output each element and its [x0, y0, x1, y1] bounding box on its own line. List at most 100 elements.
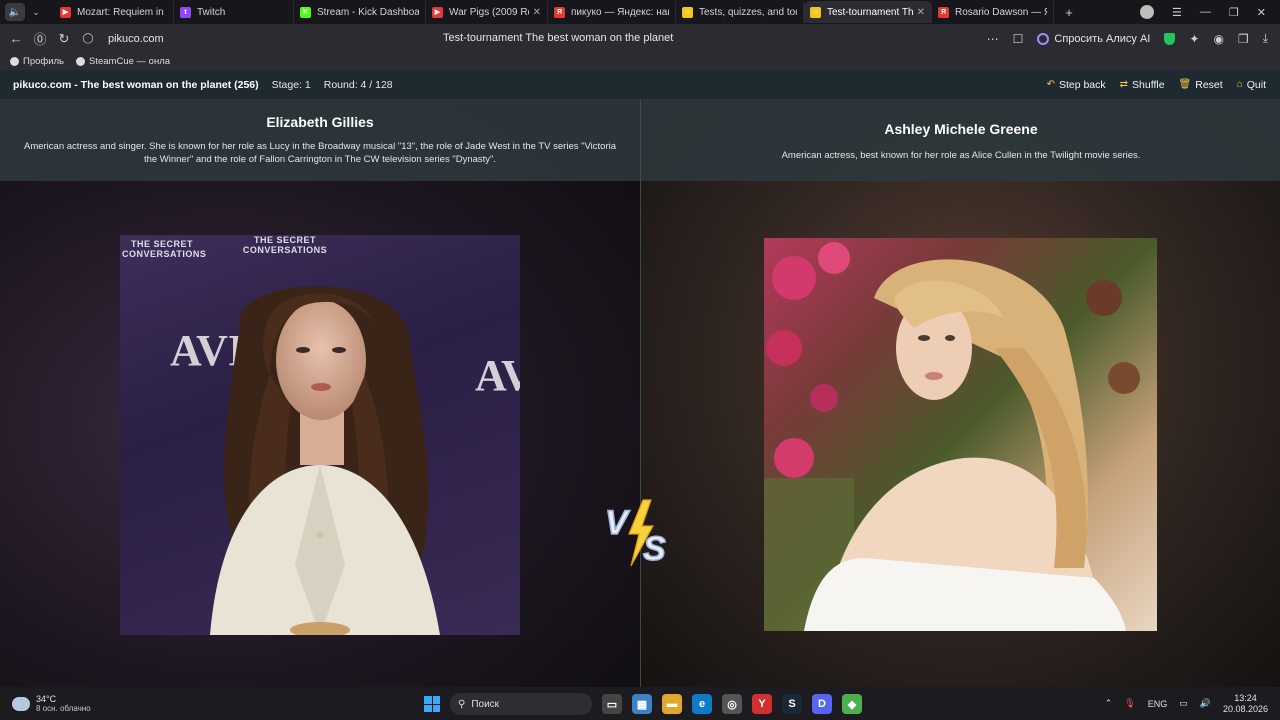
shuffle-icon: ⇄ — [1119, 79, 1129, 90]
portrait-illustration — [210, 286, 440, 635]
tab-favicon-icon: ▶ — [60, 6, 71, 18]
app-icon[interactable]: ◎ — [722, 694, 742, 714]
browser-tab[interactable]: ▶ War Pigs (2009 Rem ✕ — [426, 1, 548, 23]
url-field[interactable]: pikuco.com — [108, 33, 164, 45]
start-button[interactable] — [424, 696, 440, 712]
contestant-right-photo[interactable] — [764, 238, 1157, 631]
browser-tab[interactable]: Я Rosario Dawson — Янде — [932, 1, 1054, 23]
contestant-left-name: Elizabeth Gillies — [266, 114, 374, 130]
new-tab-button[interactable]: + — [1060, 3, 1078, 21]
reload-button[interactable]: ↻ — [52, 31, 76, 47]
clock-date: 20.08.2026 — [1222, 703, 1268, 714]
widgets-icon[interactable]: ▦ — [632, 694, 652, 714]
profile-avatar[interactable] — [1140, 5, 1155, 19]
tab-favicon-icon: ▶ — [432, 6, 443, 18]
yandex-browser-icon[interactable]: Y — [752, 694, 772, 714]
round-label: Round: 4 / 128 — [323, 78, 393, 91]
speaker-icon[interactable]: 🔈 — [5, 3, 25, 21]
bookmark-icon[interactable]: ☐ — [1013, 32, 1024, 46]
bookmark-label: SteamCue — онла — [89, 56, 171, 67]
tournament-title[interactable]: pikuco.com - The best woman on the plane… — [13, 79, 259, 91]
tab-title: Mozart: Requiem in D Mi — [77, 6, 167, 18]
browser-tab[interactable]: ☺ Test-tournament The b ✕ — [804, 1, 932, 23]
trash-icon: 🗑 — [1178, 79, 1192, 90]
bookmarks-bar: Профиль SteamCue — онла — [0, 53, 1280, 70]
tab-title: Tests, quizzes, and tourn — [699, 6, 797, 18]
close-window-button[interactable]: ✕ — [1257, 6, 1266, 19]
tab-title: пикуко — Яндекс: нашл — [571, 6, 669, 18]
media-icon[interactable]: ◉ — [1213, 32, 1223, 46]
steam-icon[interactable]: S — [782, 694, 802, 714]
step-back-label: Step back — [1058, 78, 1106, 91]
quit-label: Quit — [1246, 78, 1266, 91]
tab-list: ▶ Mozart: Requiem in D Mi t Twitch K Stream -… — [54, 0, 1054, 24]
steam-icon — [76, 57, 86, 66]
extensions-icon[interactable]: ✦ — [1189, 32, 1199, 46]
bookmark-steamcue[interactable]: SteamCue — онла — [76, 56, 170, 67]
search-icon: ⚲ — [458, 698, 466, 710]
match-arena: Elizabeth Gillies American actress and s… — [0, 99, 1280, 687]
portrait-illustration — [764, 242, 1140, 631]
back-button[interactable]: ← — [4, 31, 28, 46]
contestant-right: Ashley Michele Greene American actress, … — [641, 99, 1280, 687]
system-tray: ⌃ 🎙 ENG ▭ 🔊 13:24 20.08.2026 — [1105, 693, 1280, 715]
alice-button[interactable]: Спросить Алису AI — [1037, 32, 1151, 45]
tab-title: Test-tournament The b — [827, 6, 913, 18]
contestant-right-description: American actress, best known for her rol… — [781, 150, 1141, 161]
restore-button[interactable]: ❐ — [1229, 6, 1239, 19]
contestant-left-info: Elizabeth Gillies American actress and s… — [0, 99, 640, 181]
file-explorer-icon[interactable]: ▬ — [662, 694, 682, 714]
more-icon[interactable]: ⋯ — [987, 32, 999, 46]
yandex-button[interactable]: ⓪ — [28, 29, 52, 48]
tab-close-icon[interactable]: ✕ — [533, 7, 541, 18]
browser-tab[interactable]: Япикуко — Яндекс: нашл — [548, 1, 676, 23]
search-label: Поиск — [471, 698, 500, 710]
tab-close-icon[interactable]: ✕ — [917, 7, 925, 18]
taskbar-apps: ⚲ Поиск ▭ ▦ ▬ e ◎ Y S D ◆ — [424, 693, 862, 715]
edge-icon[interactable]: e — [692, 694, 712, 714]
language-indicator[interactable]: ENG — [1148, 699, 1168, 709]
contestant-left: Elizabeth Gillies American actress and s… — [0, 99, 640, 687]
browser-tab[interactable]: ▶ Mozart: Requiem in D Mi — [54, 1, 174, 23]
discord-icon[interactable]: D — [812, 694, 832, 714]
download-icon[interactable]: ⤓ — [1263, 31, 1268, 46]
profile-icon — [10, 57, 19, 66]
network-icon[interactable]: ▭ — [1179, 698, 1188, 709]
contestant-right-info: Ashley Michele Greene American actress, … — [641, 99, 1280, 181]
bookmark-profile[interactable]: Профиль — [10, 56, 64, 67]
browser-tab[interactable]: t Twitch — [174, 1, 294, 23]
tab-title: War Pigs (2009 Rem — [449, 6, 529, 18]
weather-widget[interactable]: 34°C 8 осн. облачно — [12, 694, 91, 714]
clock[interactable]: 13:24 20.08.2026 — [1223, 693, 1268, 715]
tab-favicon-icon: ☺ — [810, 6, 821, 18]
contestant-left-photo[interactable]: THE SECRET CONVERSATIONS THE SECRET CONV… — [120, 235, 520, 635]
tab-favicon-icon: Я — [554, 6, 565, 18]
protect-shield-icon[interactable] — [1164, 32, 1176, 45]
shuffle-button[interactable]: ⇄ Shuffle — [1120, 79, 1165, 91]
bookmark-label: Профиль — [23, 56, 65, 67]
weather-desc: 8 осн. облачно — [36, 703, 91, 713]
quit-button[interactable]: ⌂ Quit — [1237, 79, 1266, 91]
chevron-up-icon[interactable]: ⌃ — [1105, 698, 1113, 709]
taskbar-search[interactable]: ⚲ Поиск — [450, 693, 592, 715]
alice-label: Спросить Алису AI — [1054, 32, 1151, 45]
minimize-button[interactable]: — — [1200, 6, 1211, 18]
menu-icon[interactable]: ☰ — [1172, 6, 1182, 19]
windows-taskbar: 34°C 8 осн. облачно ⚲ Поиск ▭ ▦ ▬ e ◎ Y … — [0, 687, 1280, 720]
browser-tab[interactable]: K Stream - Kick Dashboard — [294, 1, 426, 23]
minecraft-icon[interactable]: ◆ — [842, 694, 862, 714]
browser-tab[interactable]: ☺ Tests, quizzes, and tourn — [676, 1, 804, 23]
site-info-icon[interactable]: ◯ — [76, 33, 100, 44]
chevron-down-icon[interactable]: ⌄ — [28, 3, 44, 21]
volume-icon[interactable]: 🔊 — [1200, 698, 1211, 709]
tournament-header: pikuco.com - The best woman on the plane… — [0, 70, 1280, 99]
reset-button[interactable]: 🗑 Reset — [1179, 79, 1223, 91]
tab-favicon-icon: ☺ — [682, 6, 693, 18]
tab-favicon-icon: t — [180, 6, 191, 18]
microphone-icon[interactable]: 🎙 — [1124, 698, 1135, 709]
collections-icon[interactable]: ❒ — [1238, 32, 1249, 46]
tab-title: Stream - Kick Dashboard — [317, 6, 419, 18]
task-view-icon[interactable]: ▭ — [602, 694, 622, 714]
step-back-button[interactable]: ↶ Step back — [1047, 79, 1106, 91]
address-page-title: Test-tournament The best woman on the pl… — [443, 32, 674, 44]
